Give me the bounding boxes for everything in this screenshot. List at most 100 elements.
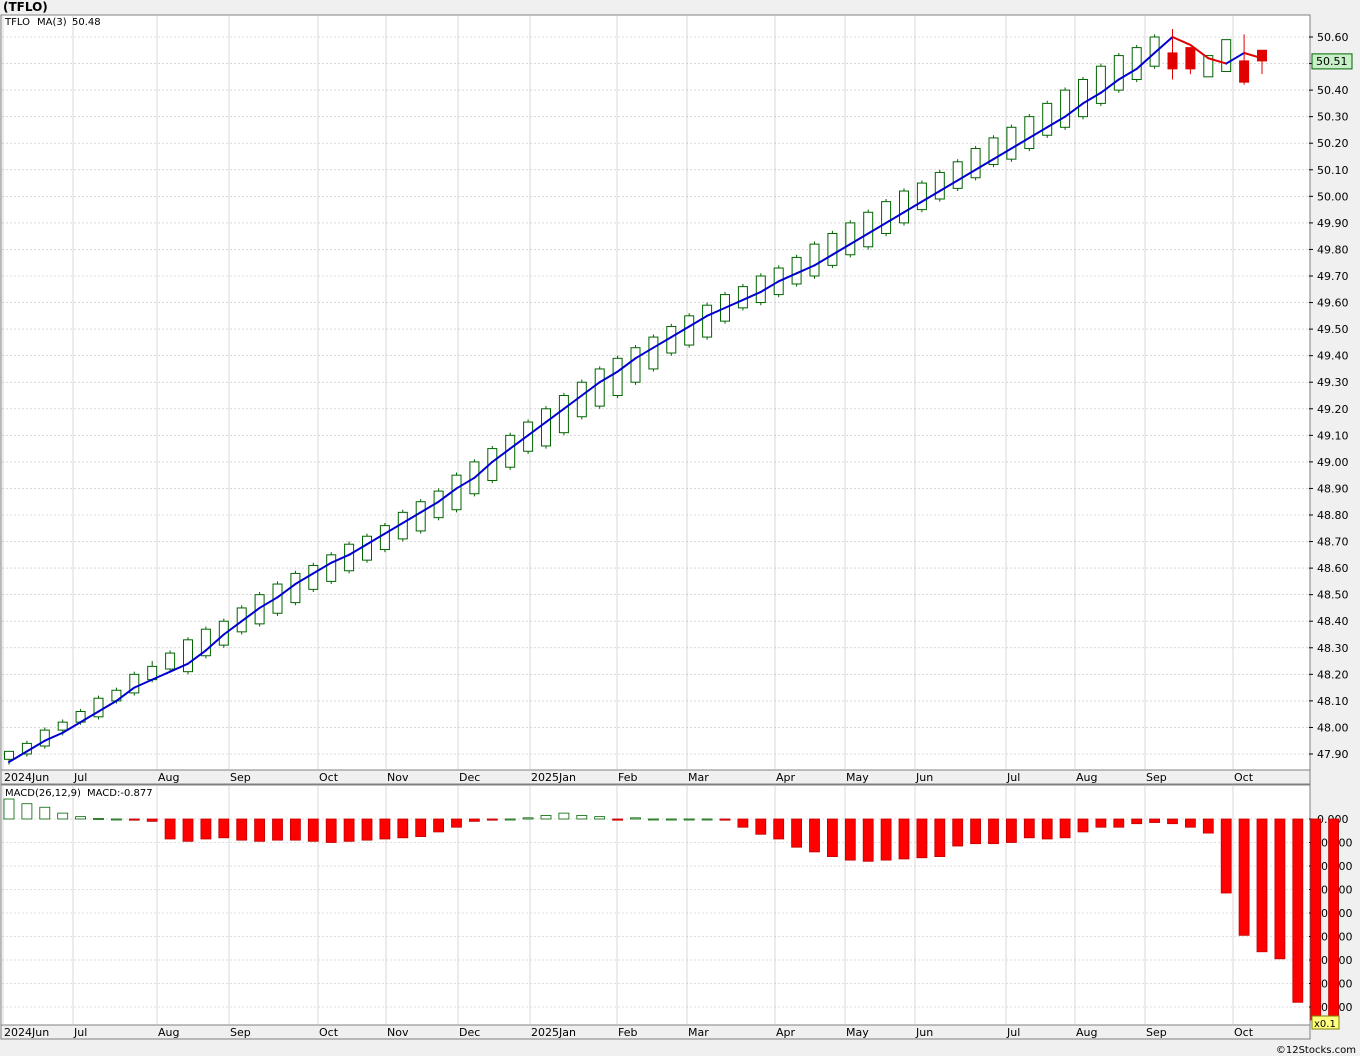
price-tick-label: 50.00 (1317, 190, 1349, 203)
x-label: 2024Jun (4, 771, 49, 784)
price-tick-label: 47.90 (1317, 748, 1349, 761)
macd-bar (486, 818, 498, 821)
x-label: Jun (915, 1026, 933, 1039)
candle-body (863, 211, 874, 248)
macd-bar (1041, 818, 1053, 840)
price-tick-label: 48.50 (1317, 589, 1349, 602)
price-tick-label: 49.90 (1317, 217, 1349, 230)
candle-body (952, 161, 963, 189)
x-label: Dec (459, 771, 480, 784)
candle-body (1113, 55, 1124, 91)
candle-body (576, 381, 587, 418)
x-label: 2024Jun (4, 1026, 49, 1039)
macd-bar (128, 818, 140, 821)
scale-label: x0.1 (1314, 1019, 1336, 1030)
candle-body (1006, 126, 1017, 160)
macd-bar (630, 817, 641, 820)
x-label: Sep (230, 1026, 251, 1039)
macd-x-axis (0, 1024, 1311, 1040)
x-label: Oct (319, 1026, 339, 1039)
price-tick-label: 48.70 (1317, 536, 1349, 549)
macd-bar (1006, 818, 1017, 843)
last-price-label: 50.51 (1316, 55, 1348, 68)
macd-bar (827, 818, 838, 857)
x-label: Jul (1006, 771, 1020, 784)
macd-bar (916, 818, 928, 859)
price-tick-label: 49.00 (1317, 456, 1349, 469)
candle-body (1167, 52, 1178, 70)
macd-bar (57, 812, 69, 820)
macd-bar (1059, 818, 1071, 839)
macd-bar (361, 818, 373, 841)
x-label: Sep (1146, 771, 1167, 784)
x-label: Jun (915, 771, 933, 784)
x-label: Jul (73, 771, 87, 784)
x-label: Jul (1006, 1026, 1020, 1039)
price-tick-label: 48.20 (1317, 668, 1349, 681)
macd-bar (576, 815, 588, 820)
macd-bar (1095, 818, 1107, 828)
macd-bar (594, 816, 606, 820)
candle-body (630, 347, 641, 383)
macd-bar (755, 818, 767, 835)
candle-body (1185, 47, 1196, 70)
price-tick-label: 50.10 (1317, 164, 1349, 177)
candle-body (308, 564, 319, 590)
candle-body (791, 256, 802, 285)
ma-label: MA(3) (37, 17, 67, 28)
macd-bar (1113, 818, 1125, 828)
candle-body (362, 535, 372, 561)
candle-body (934, 171, 945, 200)
candle-body (451, 474, 462, 511)
macd-bar (1185, 818, 1196, 828)
x-label: May (846, 771, 869, 784)
macd-bar (415, 818, 427, 838)
x-label: Aug (1076, 1026, 1097, 1039)
ma-value: 50.48 (72, 17, 101, 28)
candle-body (970, 148, 981, 179)
macd-bar (970, 818, 981, 845)
macd-bar (1077, 818, 1089, 833)
macd-bar (540, 815, 552, 820)
candle-body (1060, 89, 1071, 128)
macd-bar (397, 818, 409, 839)
candle-body (183, 639, 193, 673)
candle-body (612, 357, 623, 397)
price-tick-label: 50.60 (1317, 31, 1349, 44)
macd-bar (773, 818, 785, 840)
price-tick-label: 49.60 (1317, 297, 1349, 310)
x-label: Apr (776, 771, 796, 784)
macd-bar (1256, 818, 1268, 953)
macd-label: MACD(26,12,9) (5, 788, 81, 799)
price-tick-label: 49.40 (1317, 350, 1349, 363)
price-tick-label: 48.30 (1317, 642, 1349, 655)
x-label: Oct (319, 771, 339, 784)
x-label: Feb (618, 771, 637, 784)
candle-body (344, 543, 355, 572)
macd-bar (934, 818, 946, 857)
macd-bar (737, 818, 749, 828)
candle-body (684, 315, 695, 346)
chart-canvas: (TFLO) 47.90 48.00 48.10 48.20 48.30 48.40 48.… (0, 0, 1360, 1056)
macd-bar (665, 818, 677, 821)
candle-body (415, 501, 426, 532)
candle-body (1078, 78, 1088, 118)
macd-bar (236, 818, 248, 841)
macd-bar (379, 818, 391, 840)
price-tick-label: 49.10 (1317, 429, 1349, 442)
candle-body (737, 286, 748, 309)
candle-body (165, 652, 176, 670)
macd-bar (111, 818, 122, 821)
price-tick-label: 49.30 (1317, 376, 1349, 389)
price-tick-label: 50.30 (1317, 111, 1349, 124)
candle-body (1239, 60, 1250, 83)
price-tick-label: 49.80 (1317, 243, 1349, 256)
price-tick-label: 48.40 (1317, 615, 1349, 628)
macd-bar (612, 818, 623, 821)
macd-bar (75, 816, 86, 820)
candle-body (916, 182, 927, 211)
candle-body (1221, 39, 1232, 73)
candle-body (326, 554, 337, 582)
price-tick-label: 50.20 (1317, 137, 1349, 150)
price-tick-label: 48.90 (1317, 482, 1349, 495)
